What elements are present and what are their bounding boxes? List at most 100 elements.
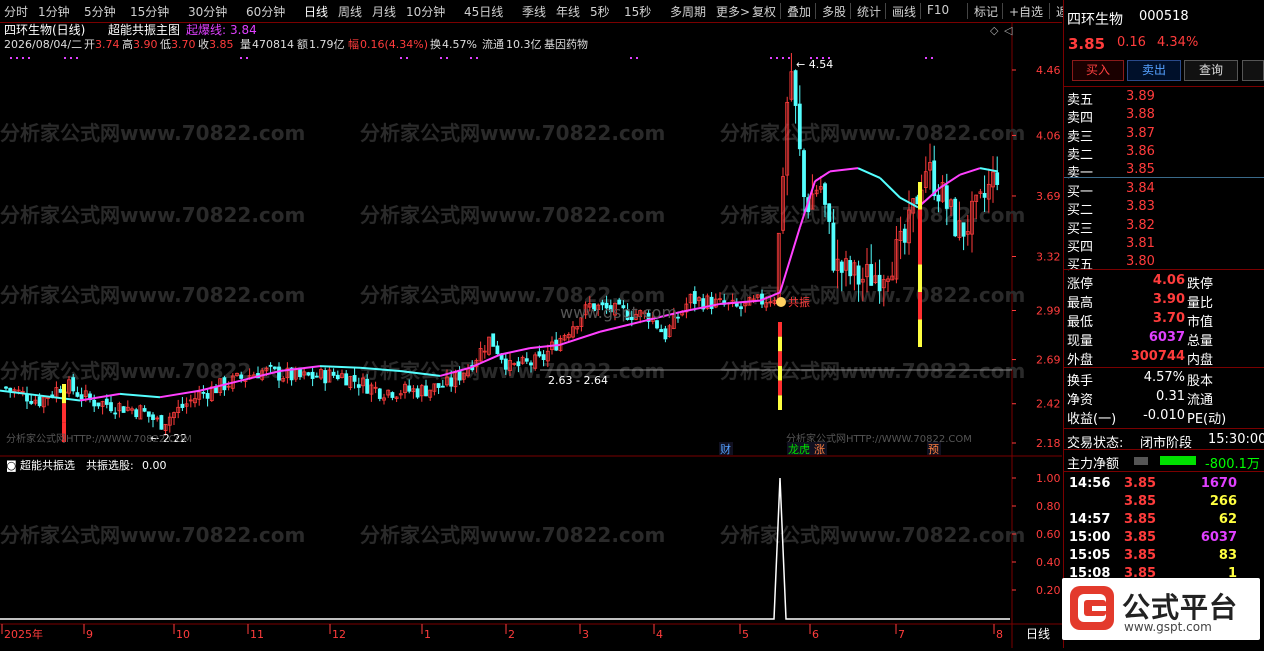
menu-icon[interactable] <box>1134 457 1148 465</box>
chart-area[interactable]: 分析家公式网www.70822.com 分析家公式网www.70822.com 分析… <box>0 22 1062 648</box>
level-label: 卖三 <box>1067 129 1094 145</box>
toolbar-action-button[interactable]: 多股 <box>822 3 846 20</box>
period-tab[interactable]: 45日线 <box>464 3 503 20</box>
signal-point <box>776 297 786 307</box>
toolbar-action-button[interactable]: 画线 <box>892 3 916 20</box>
candle-body <box>310 371 315 379</box>
watermark-text: 分析家公式网www.70822.com <box>360 203 665 227</box>
candle-body <box>424 385 428 397</box>
period-tab[interactable]: 更多> <box>716 3 750 20</box>
candle-body <box>537 351 542 357</box>
tick-row[interactable]: 3.85 266 <box>1064 493 1264 511</box>
candle-body <box>4 386 8 389</box>
tick-volume: 62 <box>1218 512 1237 527</box>
period-tab[interactable]: 15秒 <box>624 3 651 20</box>
tick-volume: 266 <box>1209 494 1237 509</box>
max-price-label: ← 4.54 <box>796 58 833 71</box>
period-tab[interactable]: 5秒 <box>590 3 610 20</box>
bid-row[interactable]: 买二 3.83 <box>1064 198 1264 218</box>
bid-row[interactable]: 买四 3.81 <box>1064 235 1264 255</box>
candle-body <box>29 401 34 404</box>
period-tab[interactable]: 月线 <box>372 3 396 20</box>
bid-row[interactable]: 买一 3.84 <box>1064 180 1264 200</box>
period-tab[interactable]: 60分钟 <box>246 3 285 20</box>
indicator-line-value: 3.84 <box>230 23 257 37</box>
candle-body <box>121 406 126 413</box>
stat-value: -0.010 <box>1143 408 1185 423</box>
price-tick: 2.69 <box>1036 354 1061 367</box>
period-tab[interactable]: 分时 <box>4 3 28 20</box>
stat-row: 最高 3.90 量比 <box>1064 291 1264 311</box>
buy-button[interactable]: 买入 <box>1072 60 1124 81</box>
period-tab[interactable]: 日线 <box>304 3 328 20</box>
resonance-signal-line <box>0 477 1010 620</box>
level-label: 卖五 <box>1067 93 1094 108</box>
current-price: 3.85 <box>1068 35 1106 53</box>
candle-body <box>902 228 907 243</box>
signal-dot <box>64 57 66 59</box>
query-button[interactable]: 查询 <box>1184 60 1238 81</box>
toolbar-action-button[interactable]: +自选 <box>1009 3 1043 20</box>
toolbar-action-button[interactable]: 叠加 <box>787 3 811 20</box>
chart-title: 四环生物(日线) <box>4 23 85 37</box>
toolbar-action-button[interactable]: 复权 <box>752 3 776 20</box>
level-price: 3.80 <box>1126 254 1155 270</box>
x-tick-label: 6 <box>812 628 819 641</box>
bid-row[interactable]: 买三 3.82 <box>1064 217 1264 237</box>
ask-row[interactable]: 卖三 3.87 <box>1064 125 1264 145</box>
candle-body <box>323 370 328 384</box>
sub-tick: 0.20 <box>1036 584 1061 597</box>
ask-row[interactable]: 卖二 3.86 <box>1064 143 1264 163</box>
level-label: 卖一 <box>1067 166 1094 182</box>
period-toolbar: 分时 1分钟 5分钟 15分钟 30分钟 60分钟 日线 周线 月线 10分钟 45日线 季线 年线 5秒… <box>0 0 1085 23</box>
candle-body <box>982 193 987 198</box>
net-flow-bar <box>1160 456 1196 465</box>
x-tick-label: 2 <box>508 628 515 641</box>
stat-label-2: 内盘 <box>1187 353 1214 368</box>
period-tab[interactable]: 30分钟 <box>188 3 227 20</box>
period-tab[interactable]: 周线 <box>338 3 362 20</box>
period-tab[interactable]: 年线 <box>556 3 580 20</box>
price-tick: 2.42 <box>1036 398 1061 411</box>
toolbar-divider <box>850 3 851 19</box>
ma-line-segment <box>959 167 981 176</box>
period-tab[interactable]: 10分钟 <box>406 3 445 20</box>
stat-label-2: 量比 <box>1187 296 1214 311</box>
tick-row[interactable]: 15:00 3.85 6037 <box>1064 529 1264 547</box>
info-value: 10.3亿 <box>506 38 542 51</box>
toolbar-action-button[interactable]: 统计 <box>857 3 881 20</box>
signal-dot <box>10 57 12 59</box>
stat-label: 外盘 <box>1067 353 1094 368</box>
toolbar-action-button[interactable]: F10 <box>927 3 949 17</box>
more-button[interactable] <box>1242 60 1264 81</box>
candle-body <box>146 411 151 417</box>
ask-row[interactable]: 卖四 3.88 <box>1064 106 1264 126</box>
ma-line-segment <box>814 170 831 183</box>
stat-value: 3.90 <box>1152 292 1185 307</box>
ma-line-segment <box>119 392 161 399</box>
period-tab[interactable]: 15分钟 <box>130 3 169 20</box>
stat-label: 收益(一) <box>1067 412 1117 427</box>
candle-body <box>8 387 13 391</box>
level-price: 3.85 <box>1126 162 1155 178</box>
period-tab[interactable]: 5分钟 <box>84 3 116 20</box>
tick-row[interactable]: 14:56 3.85 1670 <box>1064 475 1264 493</box>
candle-body <box>314 375 319 378</box>
period-tab[interactable]: 季线 <box>522 3 546 20</box>
tick-row[interactable]: 15:05 3.85 83 <box>1064 547 1264 565</box>
signal-dot <box>931 57 933 59</box>
toolbar-action-button[interactable]: 标记 <box>974 3 998 20</box>
kline-chart-svg[interactable]: 分析家公式网www.70822.com 分析家公式网www.70822.com 分析… <box>0 22 1062 648</box>
ask-row[interactable]: 卖五 3.89 <box>1064 88 1264 108</box>
sell-button[interactable]: 卖出 <box>1127 60 1181 81</box>
period-tab[interactable]: 1分钟 <box>38 3 70 20</box>
ma-line-segment <box>829 167 859 173</box>
info-value: 470814 <box>252 38 294 51</box>
stat-label: 涨停 <box>1067 277 1094 292</box>
gspt-logo: 公式平台 www.gspt.com <box>1062 578 1260 640</box>
level-price: 3.88 <box>1126 107 1155 123</box>
tick-row[interactable]: 14:57 3.85 62 <box>1064 511 1264 529</box>
period-tab[interactable]: 多周期 <box>670 3 706 20</box>
info-label: 额 <box>297 38 308 51</box>
info-value: 4.57% <box>442 38 477 51</box>
